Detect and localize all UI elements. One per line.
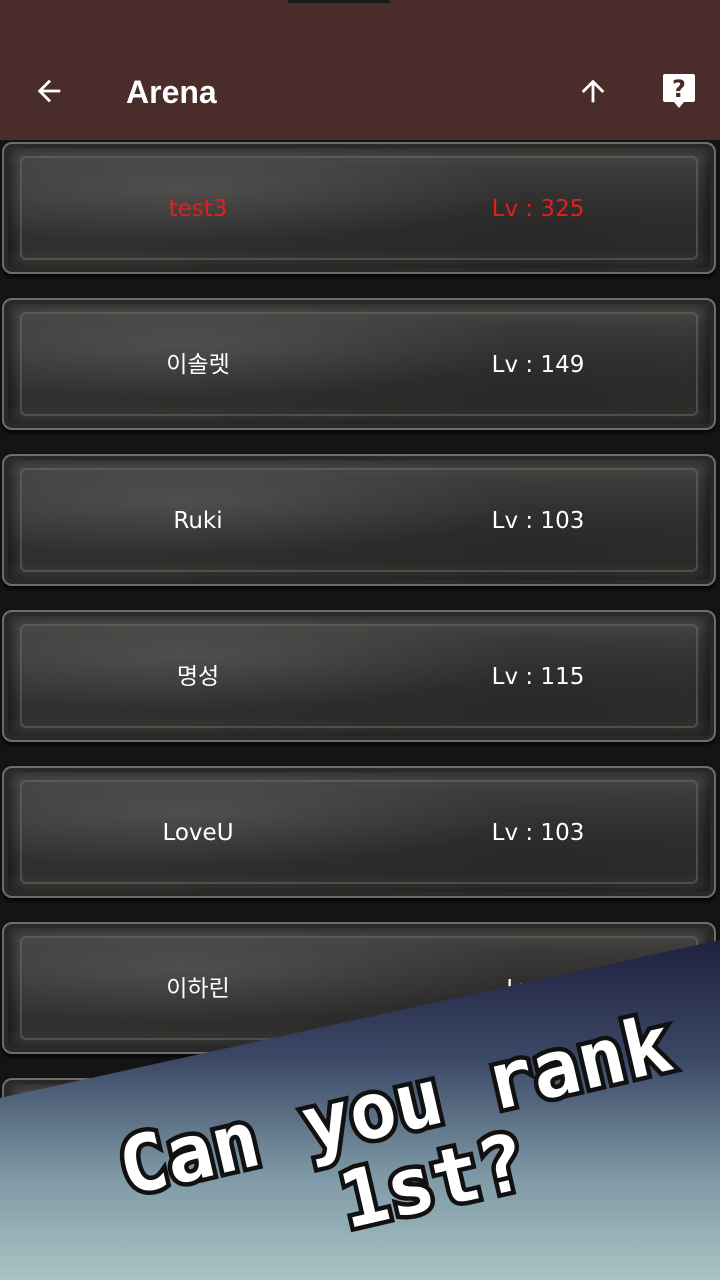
app-bar: Arena ? [0,0,720,140]
player-name: 이솔렛 [166,352,230,378]
stone-plate [2,1078,716,1210]
ranking-list[interactable]: test3 Lv : 325 이솔렛 Lv : 149 Ruki Lv : 10… [0,140,720,1280]
ranking-row[interactable]: Ruki Lv : 103 [0,454,720,594]
player-name: 명성 [176,664,220,690]
player-level: Lv : 103 [491,820,585,846]
status-notch [288,0,390,3]
ranking-row[interactable] [0,1078,720,1218]
help-icon: ? [663,74,695,108]
scroll-top-button[interactable] [570,68,616,114]
back-button[interactable] [26,68,72,114]
arrow-up-icon [581,79,605,103]
page-title: Arena [126,74,217,110]
svg-text:?: ? [672,75,686,103]
ranking-row[interactable]: test3 Lv : 325 [0,142,720,282]
player-name: 이하린 [166,976,230,1002]
player-level: Lv : 1 [506,976,570,1002]
ranking-row[interactable]: 명성 Lv : 115 [0,610,720,750]
ranking-row[interactable]: 이하린 Lv : 1 [0,922,720,1062]
player-level: Lv : 103 [491,508,585,534]
player-name: test3 [168,196,228,222]
player-level: Lv : 149 [491,352,585,378]
ranking-row[interactable]: LoveU Lv : 103 [0,766,720,906]
arrow-left-icon [37,79,61,103]
ranking-row[interactable]: 이솔렛 Lv : 149 [0,298,720,438]
player-level: Lv : 115 [491,664,585,690]
player-name: Ruki [173,508,223,534]
player-level: Lv : 325 [491,196,585,222]
help-button[interactable]: ? [656,68,702,114]
player-name: LoveU [162,820,234,846]
